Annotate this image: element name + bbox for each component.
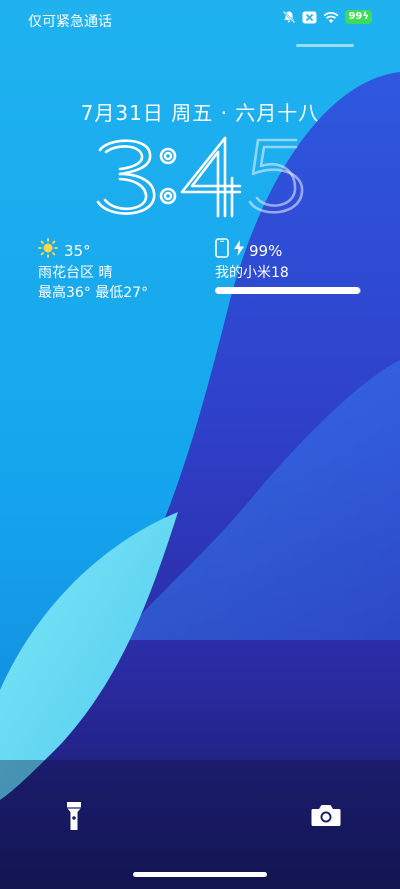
status-bar: 仅可紧急通话 99ϟ bbox=[0, 0, 400, 40]
battery-level: 99 bbox=[348, 11, 363, 22]
battery-badge: 99ϟ bbox=[345, 10, 372, 24]
sun-icon bbox=[38, 238, 58, 263]
battery-progress-bar bbox=[215, 287, 361, 294]
status-icons: 99ϟ bbox=[282, 10, 372, 24]
clock bbox=[96, 136, 304, 218]
battery-progress-fill bbox=[215, 287, 360, 294]
home-indicator[interactable] bbox=[133, 872, 267, 877]
charging-bolt-icon bbox=[234, 240, 244, 261]
wifi-icon bbox=[323, 11, 339, 24]
device-name: 我的小米18 bbox=[215, 265, 289, 281]
carrier-text: 仅可紧急通话 bbox=[28, 14, 112, 30]
date-text: 7月31日 周五 · 六月十八 bbox=[80, 101, 320, 125]
high-low: 最高36° 最低27° bbox=[38, 285, 149, 301]
camera-icon[interactable] bbox=[311, 803, 341, 827]
temperature: 35° bbox=[64, 241, 91, 260]
notification-handle[interactable] bbox=[296, 44, 354, 47]
mute-bell-icon bbox=[282, 10, 296, 24]
charging-bolt-icon: ϟ bbox=[362, 11, 369, 22]
weather-widget[interactable]: 35° 雨花台区 晴 最高36° 最低27° bbox=[38, 238, 148, 303]
device-widget[interactable]: 99% 我的小米18 bbox=[215, 238, 289, 283]
flashlight-icon[interactable] bbox=[64, 800, 84, 832]
no-sim-icon bbox=[302, 11, 317, 24]
location-condition: 雨花台区 晴 bbox=[38, 265, 113, 281]
phone-icon bbox=[215, 238, 229, 263]
device-battery-text: 99% bbox=[249, 241, 283, 260]
